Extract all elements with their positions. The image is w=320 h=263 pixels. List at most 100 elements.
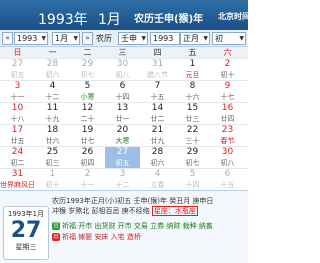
day-lunar-label: 十五 xyxy=(150,93,165,101)
day-lunar-label: 十一 xyxy=(10,93,25,101)
day-lunar-label: 初五 xyxy=(10,71,25,79)
day-number: 18 xyxy=(46,125,59,135)
weekday-wed: 三 xyxy=(118,48,127,57)
calendar-day[interactable]: 6 十四 xyxy=(105,81,140,103)
day-lunar-label: 十二 xyxy=(45,93,60,101)
calendar-day[interactable]: 4 立春 xyxy=(140,169,175,191)
calendar-day[interactable]: 3 十二 xyxy=(105,169,140,191)
year-select[interactable]: 1993 ▼ xyxy=(14,32,48,45)
day-number: 1 xyxy=(49,169,56,179)
calendar-day[interactable]: 31 腊八节 xyxy=(140,59,175,81)
calendar-day[interactable]: 7 十五 xyxy=(140,81,175,103)
calendar-day[interactable]: 16 廿四 xyxy=(210,103,245,125)
calendar-toolbar: « 1993 ▼ 1月 ▼ » 农历 壬申 ▼ 1993 正月 ▼ 初 ▼ xyxy=(0,30,248,47)
calendar-day[interactable]: 29 初七 xyxy=(70,59,105,81)
calendar-day[interactable]: 1 元旦 xyxy=(175,59,210,81)
weekday-thu: 四 xyxy=(153,48,162,57)
header-month: 1月 xyxy=(98,12,121,28)
calendar-day[interactable]: 30 初八 xyxy=(210,147,245,169)
selected-weekday: 星期三 xyxy=(15,243,37,251)
calendar-day[interactable]: 19 廿七 xyxy=(70,125,105,147)
day-number: 29 xyxy=(186,147,199,157)
calendar-day[interactable]: 25 初三 xyxy=(35,147,70,169)
calendar-day[interactable]: 11 十九 xyxy=(35,103,70,125)
day-number: 9 xyxy=(224,81,231,91)
calendar-day[interactable]: 28 初六 xyxy=(35,59,70,81)
calendar-day[interactable]: 24 初二 xyxy=(0,147,35,169)
month-select[interactable]: 1月 ▼ xyxy=(52,32,80,45)
day-lunar-label: 世界麻风日 xyxy=(0,181,35,189)
weekday-sun: 日 xyxy=(13,48,22,57)
calendar-day[interactable]: 20 大寒 xyxy=(105,125,140,147)
day-lunar-label: 十六 xyxy=(185,93,200,101)
day-number: 30 xyxy=(116,59,129,69)
ganzhi-select[interactable]: 壬申 ▼ xyxy=(118,32,148,45)
year-value-field[interactable]: 1993 xyxy=(150,32,180,45)
day-number: 5 xyxy=(84,81,91,91)
day-number: 8 xyxy=(189,81,196,91)
chevron-down-icon: ▼ xyxy=(41,35,46,42)
calendar-day[interactable]: 17 廿五 xyxy=(0,125,35,147)
weekday-header: 日 一 二 三 四 五 六 xyxy=(0,47,248,58)
calendar-day[interactable]: 2 十一 xyxy=(70,169,105,191)
calendar-day[interactable]: 9 十七 xyxy=(210,81,245,103)
day-lunar-label: 初七 xyxy=(185,159,200,167)
lunar-day-select[interactable]: 初 ▼ xyxy=(212,32,246,45)
day-lunar-label: 立春 xyxy=(150,181,165,189)
calendar-day[interactable]: 4 十二 xyxy=(35,81,70,103)
calendar-day[interactable]: 15 廿三 xyxy=(175,103,210,125)
lunar-month-select[interactable]: 正月 ▼ xyxy=(180,32,210,45)
day-number: 15 xyxy=(186,103,199,113)
calendar-day[interactable]: 31 世界麻风日 xyxy=(0,169,35,191)
day-lunar-label: 十五 xyxy=(220,181,235,189)
calendar-week-row: 24 初二 25 初三 26 初四 27 初五 28 初六 29 初七 30 初八 xyxy=(0,146,248,169)
day-number: 6 xyxy=(224,169,231,179)
header-lunar-year: 农历壬申(猴)年 xyxy=(134,14,204,25)
day-number: 31 xyxy=(151,59,164,69)
calendar-day[interactable]: 30 初八 xyxy=(105,59,140,81)
prev-year-button[interactable]: « xyxy=(2,32,13,45)
calendar-day[interactable]: 3 十一 xyxy=(0,81,35,103)
calendar-day[interactable]: 10 十八 xyxy=(0,103,35,125)
calendar-day[interactable]: 1 初十 xyxy=(35,169,70,191)
calendar-day[interactable]: 2 初十 xyxy=(210,59,245,81)
day-number: 29 xyxy=(81,59,94,69)
calendar-day[interactable]: 18 廿六 xyxy=(35,125,70,147)
weekday-mon: 一 xyxy=(48,48,57,57)
day-lunar-label: 十一 xyxy=(80,181,95,189)
day-number: 1 xyxy=(189,59,196,69)
calendar-day[interactable]: 22 三十 xyxy=(175,125,210,147)
next-month-button[interactable]: » xyxy=(82,32,93,45)
calendar-day[interactable]: 13 廿一 xyxy=(105,103,140,125)
calendar-day[interactable]: 5 十四 xyxy=(175,169,210,191)
calendar-grid: 27 初五 28 初六 29 初七 30 初八 31 腊八节 1 元旦 2 初十 3 十一 4 十二 5 小寒 6 十四 7… xyxy=(0,58,248,190)
day-lunar-label: 廿九 xyxy=(150,137,165,145)
calendar-day[interactable]: 5 小寒 xyxy=(70,81,105,103)
calendar-day-selected[interactable]: 27 初五 xyxy=(105,147,140,169)
day-number: 24 xyxy=(11,147,24,157)
day-lunar-label: 初三 xyxy=(45,159,60,167)
day-lunar-label: 春节 xyxy=(220,137,235,145)
calendar-day[interactable]: 27 初五 xyxy=(0,59,35,81)
calendar-week-row: 17 廿五 18 廿六 19 廿七 20 大寒 21 廿九 22 三十 23 春节 xyxy=(0,124,248,147)
calendar-day[interactable]: 21 廿九 xyxy=(140,125,175,147)
day-lunar-label: 初八 xyxy=(115,71,130,79)
calendar-day[interactable]: 28 初六 xyxy=(140,147,175,169)
selected-day-number: 27 xyxy=(10,218,42,243)
day-number: 30 xyxy=(221,147,234,157)
calendar-day[interactable]: 14 廿二 xyxy=(140,103,175,125)
day-lunar-label: 十四 xyxy=(185,181,200,189)
day-number: 10 xyxy=(11,103,24,113)
day-lunar-label: 大寒 xyxy=(115,137,130,145)
calendar-day[interactable]: 23 春节 xyxy=(210,125,245,147)
day-number: 28 xyxy=(151,147,164,157)
calendar-day[interactable]: 26 初四 xyxy=(70,147,105,169)
calendar-day[interactable]: 29 初七 xyxy=(175,147,210,169)
calendar-day[interactable]: 12 二十 xyxy=(70,103,105,125)
day-number: 28 xyxy=(46,59,59,69)
almanac-line: 冲猴 岁煞北 彭祖百忌 庚不经络 星座：水瓶座 xyxy=(52,206,198,216)
calendar-day[interactable]: 6 十五 xyxy=(210,169,245,191)
day-lunar-label: 初四 xyxy=(80,159,95,167)
day-number: 31 xyxy=(11,169,24,179)
calendar-day[interactable]: 8 十六 xyxy=(175,81,210,103)
